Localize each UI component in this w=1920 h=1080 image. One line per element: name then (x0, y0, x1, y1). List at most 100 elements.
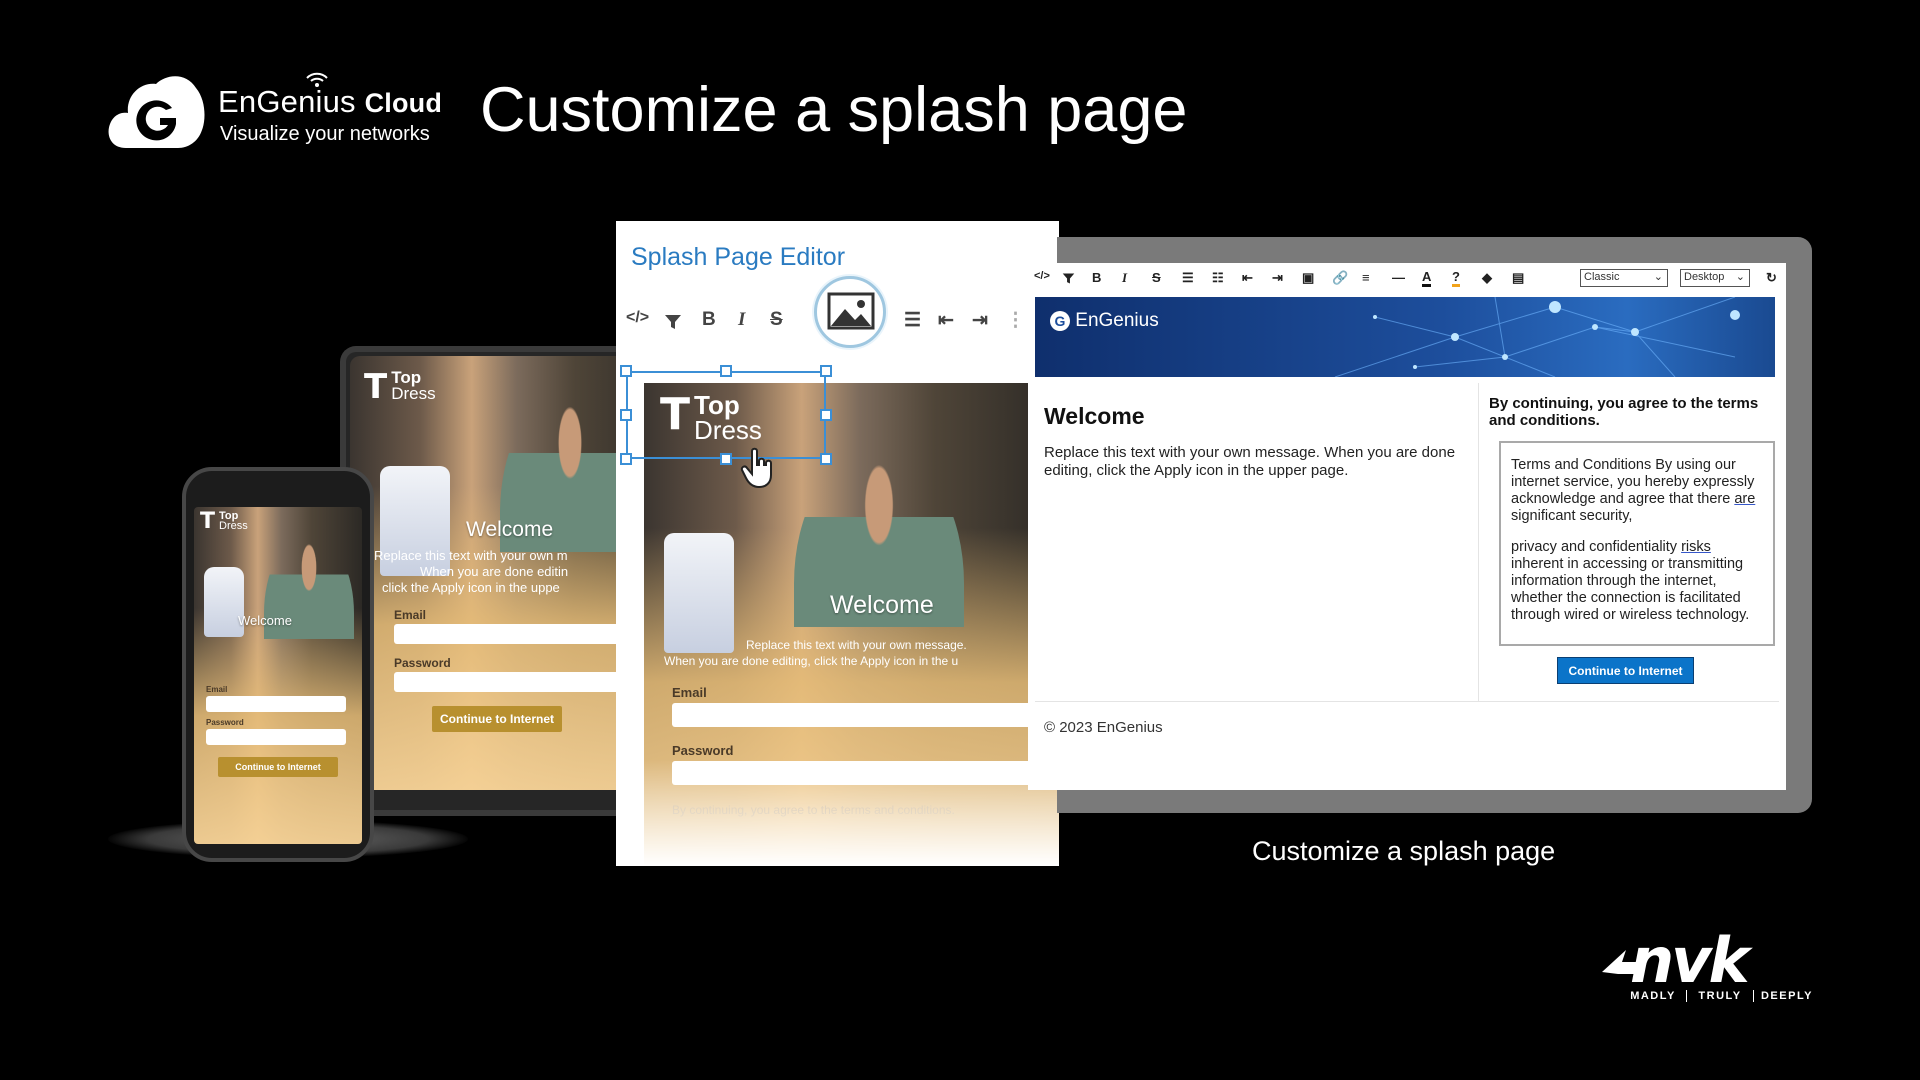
align-icon[interactable]: ≡ (1362, 270, 1370, 285)
outdent-icon[interactable]: ⇤ (1242, 270, 1253, 286)
brand-tagline: Visualize your networks (220, 123, 430, 145)
image-icon (827, 292, 875, 330)
banner-logo: G EnGenius (1050, 310, 1159, 332)
resize-handle[interactable] (620, 365, 632, 377)
preview-toolbar: </> B I S ☰ ☷ ⇤ ⇥ ▣ 🔗 ≡ — A ? ◆ ▤ Classi… (1028, 263, 1786, 295)
resize-handle[interactable] (820, 365, 832, 377)
mock-email-input (206, 696, 346, 712)
cloud-logo-icon (108, 76, 205, 148)
shirt-image (664, 533, 734, 653)
bold-icon[interactable]: B (702, 309, 716, 331)
font-color-icon[interactable]: A (1422, 270, 1432, 287)
bold-icon[interactable]: B (1092, 270, 1101, 285)
mock-email-label: Email (206, 685, 228, 694)
terms-textbox[interactable]: Terms and Conditions By using our intern… (1499, 441, 1775, 646)
filter-icon[interactable] (1062, 272, 1075, 285)
phone-mockup: T Top Dress Welcome Email Password Conti… (182, 467, 374, 862)
bullet-list-icon[interactable]: ☰ (1182, 270, 1194, 286)
canvas-email-input[interactable] (672, 703, 1052, 727)
italic-icon[interactable]: I (1122, 270, 1127, 286)
canvas-email-label: Email (672, 685, 707, 700)
chevron-down-icon: ⌄ (1735, 271, 1745, 283)
refresh-icon[interactable]: ↻ (1766, 270, 1777, 286)
code-view-icon[interactable]: </> (1034, 270, 1050, 282)
link-icon[interactable]: 🔗 (1332, 270, 1348, 286)
terms-paragraph: privacy and confidentiality risks inhere… (1511, 539, 1750, 623)
splash-page-editor: Splash Page Editor </> B I S ☰ ⇤ ⇥ ⋮ T T… (616, 221, 1059, 866)
resize-handle[interactable] (820, 409, 832, 421)
canvas-text-line[interactable]: When you are done editing, click the App… (664, 654, 958, 668)
editor-title: Splash Page Editor (631, 243, 846, 271)
code-view-icon[interactable]: </> (626, 309, 649, 327)
mock-text-line: click the Apply icon in the uppe (382, 580, 560, 595)
network-graphic (1334, 297, 1740, 377)
engenius-cloud-logo: EnGenius Cloud Visualize your networks (106, 68, 442, 158)
resize-handle[interactable] (720, 453, 732, 465)
strikethrough-icon[interactable]: S (1152, 270, 1161, 285)
phone-screen: T Top Dress Welcome Email Password Conti… (194, 507, 362, 844)
canvas-welcome-heading[interactable]: Welcome (830, 591, 934, 620)
nvk-wordmark-icon: nvk (1602, 924, 1757, 997)
mock-text-line: When you are done editin (420, 564, 569, 579)
horizontal-rule-icon[interactable]: — (1392, 270, 1405, 285)
footer-copyright[interactable]: © 2023 EnGenius (1044, 719, 1163, 736)
preview-caption: Customize a splash page (1252, 836, 1556, 866)
mock-continue-button: Continue to Internet (432, 706, 562, 732)
top-dress-logo: T Top Dress (364, 367, 436, 407)
mock-password-input (206, 729, 346, 745)
nvk-tagline: MADLY TRULY DEEPLY (1620, 990, 1820, 1002)
italic-icon[interactable]: I (738, 309, 745, 331)
terms-paragraph: Terms and Conditions By using our intern… (1511, 457, 1756, 524)
svg-text:nvk: nvk (1630, 932, 1754, 990)
welcome-heading[interactable]: Welcome (1044, 403, 1464, 430)
welcome-section[interactable]: Welcome Replace this text with your own … (1044, 403, 1464, 480)
brand-name: EnGenius Cloud (218, 84, 443, 119)
agree-heading[interactable]: By continuing, you agree to the terms an… (1489, 395, 1779, 429)
top-dress-logo: T Top Dress (200, 509, 248, 534)
canvas-password-input[interactable] (672, 761, 1052, 785)
background-image-icon[interactable]: ▤ (1512, 270, 1524, 286)
chevron-down-icon: ⌄ (1653, 271, 1663, 283)
footer-divider (1035, 701, 1779, 702)
splash-preview-screen: </> B I S ☰ ☷ ⇤ ⇥ ▣ 🔗 ≡ — A ? ◆ ▤ Classi… (1028, 263, 1786, 790)
style-select[interactable]: Classic ⌄ (1580, 269, 1668, 287)
canvas-agree-text: By continuing, you agree to the terms an… (672, 803, 955, 817)
filter-icon[interactable] (664, 313, 682, 331)
resize-handle[interactable] (620, 409, 632, 421)
logo-selection-box[interactable] (626, 371, 826, 459)
resize-handle[interactable] (720, 365, 732, 377)
canvas-password-label: Password (672, 743, 734, 758)
nvk-logo: nvk MADLY TRULY DEEPLY (1600, 924, 1812, 1012)
mock-welcome-heading: Welcome (238, 613, 292, 628)
hand-cursor-icon (740, 447, 772, 489)
engenius-logo-icon: G (1050, 311, 1070, 331)
mock-text-line: Replace this text with your own m (374, 548, 568, 563)
more-icon[interactable]: ⋮ (1006, 309, 1025, 332)
indent-icon[interactable]: ⇥ (1272, 270, 1283, 286)
splash-banner[interactable]: G EnGenius (1035, 297, 1775, 377)
column-divider (1478, 383, 1479, 701)
mock-password-label: Password (394, 656, 451, 670)
strikethrough-icon[interactable]: S (770, 309, 783, 331)
terms-section: By continuing, you agree to the terms an… (1489, 395, 1779, 684)
mock-welcome-heading: Welcome (466, 518, 554, 541)
welcome-body[interactable]: Replace this text with your own message.… (1044, 444, 1474, 480)
numbered-list-icon[interactable]: ☷ (1212, 270, 1224, 286)
image-icon[interactable]: ▣ (1302, 270, 1314, 286)
fill-color-icon[interactable]: ◆ (1482, 270, 1492, 286)
insert-image-button[interactable] (814, 276, 886, 348)
mock-email-label: Email (394, 608, 427, 622)
device-mockups: T Top Dress Welcome Replace this text wi… (100, 340, 670, 870)
resize-handle[interactable] (620, 453, 632, 465)
continue-to-internet-button[interactable]: Continue to Internet (1557, 657, 1694, 684)
page-title: Customize a splash page (480, 75, 1188, 145)
mock-continue-button: Continue to Internet (218, 757, 338, 777)
bullet-list-icon[interactable]: ☰ (904, 309, 921, 332)
highlight-icon[interactable]: ? (1452, 270, 1460, 287)
outdent-icon[interactable]: ⇤ (938, 309, 954, 332)
mock-password-label: Password (206, 718, 244, 727)
canvas-text-line[interactable]: Replace this text with your own message. (746, 638, 967, 652)
device-select[interactable]: Desktop ⌄ (1680, 269, 1750, 287)
indent-icon[interactable]: ⇥ (972, 309, 988, 332)
resize-handle[interactable] (820, 453, 832, 465)
